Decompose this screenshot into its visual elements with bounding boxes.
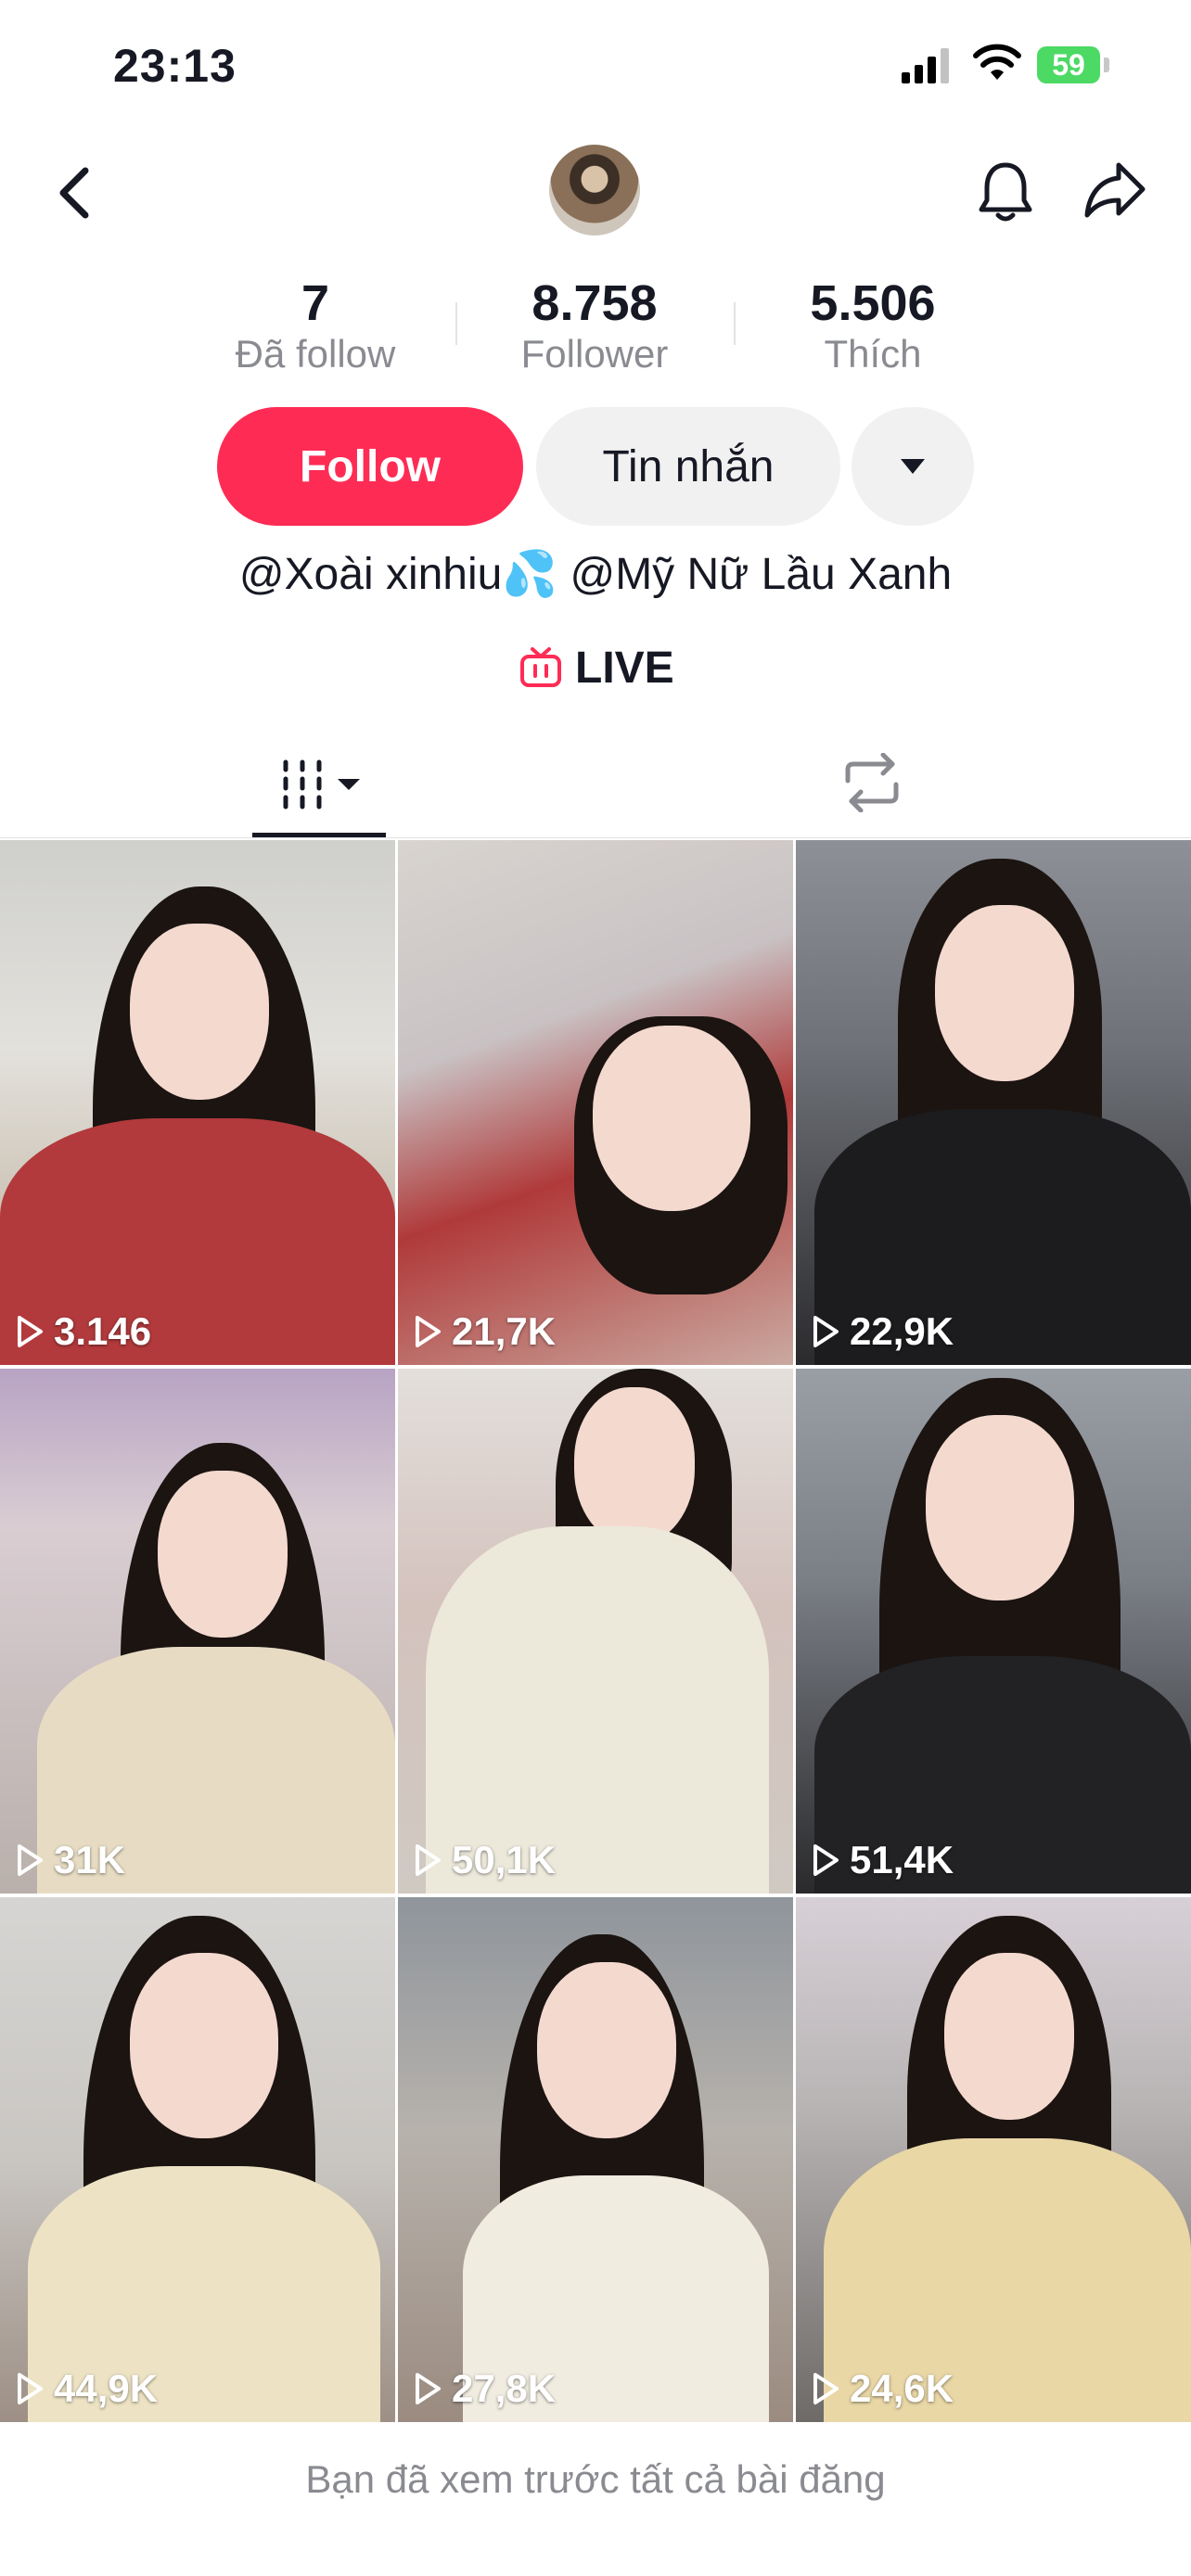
video-thumbnail[interactable]: 21,7K bbox=[398, 840, 793, 1365]
view-count: 44,9K bbox=[15, 2366, 158, 2411]
wifi-icon bbox=[973, 44, 1021, 80]
view-count-text: 50,1K bbox=[452, 1838, 557, 1881]
cellular-signal-icon bbox=[902, 46, 950, 83]
stat-divider bbox=[455, 302, 457, 345]
share-icon[interactable] bbox=[1083, 159, 1148, 221]
more-options-button[interactable] bbox=[852, 407, 974, 526]
view-count: 50,1K bbox=[413, 1838, 556, 1882]
videos-grid-tab-icon[interactable] bbox=[250, 751, 390, 816]
message-button[interactable]: Tin nhắn bbox=[536, 407, 840, 526]
end-of-posts-message: Bạn đã xem trước tất cả bài đăng bbox=[305, 2457, 886, 2501]
stat-divider bbox=[734, 302, 736, 345]
view-count-text: 31K bbox=[54, 1838, 126, 1881]
following-count: 7 bbox=[301, 275, 330, 331]
play-icon bbox=[416, 2373, 441, 2404]
profile-bio: @Xoài xinhiu💦 @Mỹ Nữ Lầu Xanh bbox=[238, 550, 953, 599]
following-stat[interactable]: 7 Đã follow bbox=[195, 274, 436, 376]
back-icon[interactable] bbox=[52, 165, 98, 221]
tabs-divider bbox=[0, 837, 1191, 838]
play-icon bbox=[18, 1316, 43, 1347]
view-count-text: 51,4K bbox=[850, 1838, 954, 1881]
video-thumbnail[interactable]: 51,4K bbox=[796, 1369, 1191, 1894]
video-thumbnail[interactable]: 3.146 bbox=[0, 840, 395, 1365]
follow-button[interactable]: Follow bbox=[217, 407, 523, 526]
view-count: 3.146 bbox=[15, 1309, 151, 1354]
view-count: 21,7K bbox=[413, 1309, 556, 1354]
video-thumbnail[interactable]: 27,8K bbox=[398, 1897, 793, 2422]
play-icon bbox=[813, 1316, 839, 1347]
battery-tip bbox=[1104, 57, 1109, 72]
view-count-text: 3.146 bbox=[54, 1309, 152, 1353]
play-icon bbox=[18, 1844, 43, 1876]
view-count: 31K bbox=[15, 1838, 125, 1882]
view-count-text: 24,6K bbox=[850, 2366, 954, 2410]
following-label: Đã follow bbox=[235, 332, 396, 376]
likes-stat[interactable]: 5.506 Thích bbox=[752, 274, 993, 376]
video-thumbnail[interactable]: 22,9K bbox=[796, 840, 1191, 1365]
likes-count: 5.506 bbox=[810, 275, 936, 331]
view-count: 27,8K bbox=[413, 2366, 556, 2411]
play-icon bbox=[18, 2373, 43, 2404]
play-icon bbox=[813, 1844, 839, 1876]
view-count-text: 27,8K bbox=[452, 2366, 557, 2410]
view-count: 24,6K bbox=[811, 2366, 954, 2411]
play-icon bbox=[416, 1316, 441, 1347]
play-icon bbox=[416, 1844, 441, 1876]
view-count: 51,4K bbox=[811, 1838, 954, 1882]
followers-stat[interactable]: 8.758 Follower bbox=[474, 274, 715, 376]
live-tv-icon bbox=[520, 647, 561, 687]
play-icon bbox=[813, 2373, 839, 2404]
repost-tab-icon[interactable] bbox=[840, 753, 903, 812]
followers-count: 8.758 bbox=[531, 275, 658, 331]
video-thumbnail[interactable]: 31K bbox=[0, 1369, 395, 1894]
view-count-text: 22,9K bbox=[850, 1309, 954, 1353]
status-time: 23:13 bbox=[113, 40, 237, 92]
followers-label: Follower bbox=[520, 332, 669, 376]
video-thumbnail[interactable]: 44,9K bbox=[0, 1897, 395, 2422]
battery-icon: 59 bbox=[1037, 46, 1100, 83]
view-count-text: 44,9K bbox=[54, 2366, 159, 2410]
likes-label: Thích bbox=[824, 332, 922, 376]
video-thumbnail[interactable]: 50,1K bbox=[398, 1369, 793, 1894]
video-thumbnail[interactable]: 24,6K bbox=[796, 1897, 1191, 2422]
view-count: 22,9K bbox=[811, 1309, 954, 1354]
live-link[interactable]: LIVE bbox=[519, 640, 674, 695]
video-grid: 3.146 21,7K 22,9K 31K 50,1K 51,4K 44,9K bbox=[0, 840, 1191, 2422]
live-label: LIVE bbox=[575, 643, 674, 693]
view-count-text: 21,7K bbox=[452, 1309, 557, 1353]
avatar[interactable] bbox=[549, 145, 640, 236]
bell-icon[interactable] bbox=[976, 159, 1035, 224]
caret-down-icon bbox=[901, 459, 925, 474]
